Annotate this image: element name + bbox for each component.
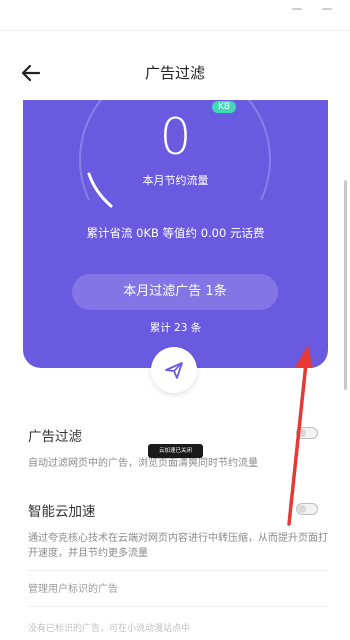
annotation-arrow-icon	[287, 345, 313, 526]
empty-marked-ads-note: 没有已标识的广告，可在小说动漫站点中	[28, 624, 191, 634]
total-filtered: 累计 23 条	[149, 322, 202, 334]
top-strip	[0, 0, 350, 30]
cloud-accel-description-line1: 通过夸克核心技术在云端对网页内容进行中转压缩，从而提升页面打	[28, 533, 328, 544]
minimize-icon[interactable]	[292, 8, 302, 10]
toast-message: 云加速已关闭	[148, 444, 203, 458]
cloud-accel-label: 智能云加速	[28, 504, 96, 520]
header: 广告过滤	[0, 52, 350, 96]
manage-marked-ads-link[interactable]: 管理用户标识的广告	[28, 580, 118, 595]
cloud-accel-description-line2: 开速度，并且节约更多流量	[28, 548, 148, 559]
page-title: 广告过滤	[144, 64, 205, 82]
monthly-filtered-button[interactable]: 本月过滤广告 1条	[72, 274, 278, 310]
divider	[28, 606, 328, 607]
top-divider	[0, 30, 350, 31]
savings-summary: 累计省流 0KB 等值约 0.00 元话费	[86, 226, 265, 240]
scrollbar[interactable]	[344, 180, 347, 390]
maximize-icon[interactable]	[322, 8, 332, 10]
stats-card: KB 0 本月节约流量 累计省流 0KB 等值约 0.00 元话费 本月过滤广告…	[23, 100, 328, 368]
paper-plane-icon	[165, 362, 183, 379]
ad-filter-label: 广告过滤	[28, 429, 82, 445]
share-button[interactable]	[151, 347, 197, 393]
saved-amount: 0	[159, 108, 192, 166]
divider	[28, 570, 328, 571]
saved-caption: 本月节约流量	[142, 174, 209, 187]
